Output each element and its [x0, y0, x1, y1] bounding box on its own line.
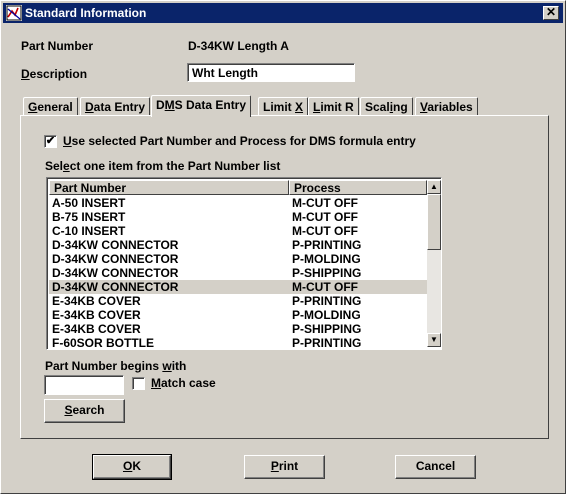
close-icon: ✕ — [545, 5, 557, 19]
table-row[interactable]: C-10 INSERT M-CUT OFF — [49, 224, 427, 238]
print-button[interactable]: Print — [244, 455, 325, 479]
tab-dms-data-entry[interactable]: DMS Data Entry — [151, 95, 252, 117]
window-title: Standard Information — [25, 6, 147, 20]
cell-process: M-CUT OFF — [292, 210, 358, 224]
part-number-value: D-34KW Length A — [188, 39, 289, 53]
table-row[interactable]: D-34KW CONNECTOR P-SHIPPING — [49, 266, 427, 280]
cell-part: D-34KW CONNECTOR — [52, 252, 179, 266]
cell-process: P-MOLDING — [292, 252, 361, 266]
cell-process: P-PRINTING — [292, 238, 362, 252]
search-button[interactable]: Search — [44, 399, 125, 423]
checkmark-icon: ✔ — [45, 135, 56, 147]
table-row[interactable]: B-75 INSERT M-CUT OFF — [49, 210, 427, 224]
table-row-selected[interactable]: D-34KW CONNECTOR M-CUT OFF — [49, 280, 427, 294]
cancel-button[interactable]: Cancel — [395, 455, 476, 479]
cell-part: E-34KB COVER — [52, 322, 141, 336]
cell-part: E-34KB COVER — [52, 308, 141, 322]
cell-part: E-34KB COVER — [52, 294, 141, 308]
column-header-process[interactable]: Process — [289, 180, 427, 195]
table-row[interactable]: D-34KW CONNECTOR P-MOLDING — [49, 252, 427, 266]
table-row[interactable]: D-34KW CONNECTOR P-PRINTING — [49, 238, 427, 252]
cell-process: P-MOLDING — [292, 308, 361, 322]
description-field[interactable]: Wht Length — [187, 63, 355, 82]
scroll-up-button[interactable]: ▲ — [427, 180, 441, 194]
vertical-scrollbar[interactable]: ▲ ▼ — [427, 180, 441, 347]
tab-limit-x[interactable]: Limit X — [258, 97, 309, 116]
use-selected-label: Use selected Part Number and Process for… — [63, 134, 416, 148]
arrow-up-icon: ▲ — [430, 182, 438, 191]
cell-process: P-PRINTING — [292, 336, 362, 350]
cell-part: D-34KW CONNECTOR — [52, 238, 179, 252]
list-caption: Select one item from the Part Number lis… — [45, 159, 281, 173]
cell-part: C-10 INSERT — [52, 224, 126, 238]
table-row[interactable]: E-34KB COVER P-SHIPPING — [49, 322, 427, 336]
cell-process: P-SHIPPING — [292, 322, 362, 336]
table-row[interactable]: E-34KB COVER P-PRINTING — [49, 294, 427, 308]
part-number-list[interactable]: Part Number Process A-50 INSERT M-CUT OFF… — [46, 177, 442, 350]
cell-part: D-34KW CONNECTOR — [52, 266, 179, 280]
use-selected-checkbox[interactable]: ✔ — [44, 135, 57, 148]
standard-information-window: Standard Information ✕ Part Number D-34K… — [0, 0, 566, 494]
cell-process: P-SHIPPING — [292, 266, 362, 280]
tab-data-entry[interactable]: Data Entry — [80, 97, 151, 116]
match-case-label: Match case — [151, 376, 216, 390]
cell-process: M-CUT OFF — [292, 280, 358, 294]
table-row[interactable]: F-60SOR BOTTLE P-PRINTING — [49, 336, 427, 350]
table-row[interactable]: E-34KB COVER P-MOLDING — [49, 308, 427, 322]
arrow-down-icon: ▼ — [430, 335, 438, 344]
cell-part: F-60SOR BOTTLE — [52, 336, 155, 350]
cell-process: M-CUT OFF — [292, 196, 358, 210]
tab-limit-r[interactable]: Limit R — [308, 97, 359, 116]
column-header-part-number[interactable]: Part Number — [49, 180, 289, 195]
cell-process: P-PRINTING — [292, 294, 362, 308]
ok-button[interactable]: OK — [92, 454, 172, 480]
scroll-down-button[interactable]: ▼ — [427, 333, 441, 347]
cell-part: B-75 INSERT — [52, 210, 126, 224]
begins-with-field[interactable] — [44, 375, 124, 395]
match-case-checkbox[interactable] — [132, 377, 145, 390]
cell-process: M-CUT OFF — [292, 224, 358, 238]
scrollbar-thumb[interactable] — [427, 194, 441, 250]
description-label: Description — [21, 67, 88, 81]
close-button[interactable]: ✕ — [543, 6, 559, 20]
begins-with-label: Part Number begins with — [45, 359, 187, 373]
cell-part: A-50 INSERT — [52, 196, 126, 210]
table-row[interactable]: A-50 INSERT M-CUT OFF — [49, 196, 427, 210]
app-icon — [6, 5, 22, 21]
title-bar[interactable]: Standard Information ✕ — [3, 3, 563, 23]
tab-variables[interactable]: Variables — [415, 97, 478, 116]
tab-general[interactable]: General — [23, 97, 78, 116]
tab-scaling[interactable]: Scaling — [360, 97, 413, 116]
cell-part: D-34KW CONNECTOR — [52, 280, 179, 294]
part-number-label: Part Number — [21, 39, 94, 53]
